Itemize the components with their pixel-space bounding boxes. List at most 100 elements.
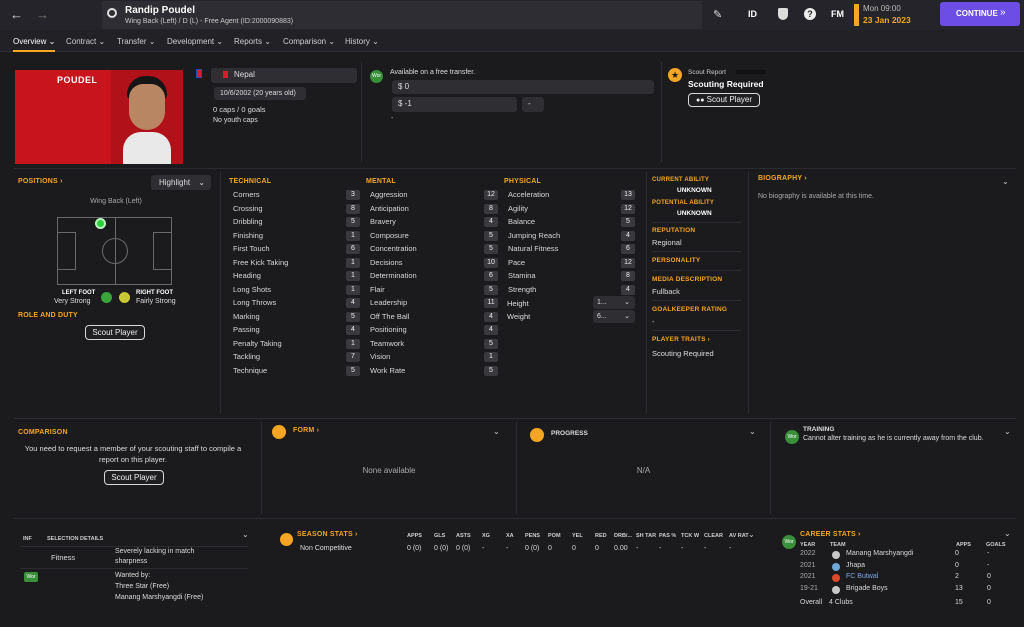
attribute-row-heading[interactable]: Heading 1 <box>233 270 362 283</box>
attribute-row-composure[interactable]: Composure 5 <box>370 230 500 243</box>
form-title[interactable]: FORM › <box>293 427 319 434</box>
attribute-row-first-touch[interactable]: First Touch 6 <box>233 243 362 256</box>
attribute-row-technique[interactable]: Technique 5 <box>233 365 362 378</box>
attribute-row-marking[interactable]: Marking 5 <box>233 311 362 324</box>
tab-history[interactable]: History ⌄ <box>345 37 379 46</box>
caps-text: 0 caps / 0 goals <box>213 105 266 114</box>
tab-reports[interactable]: Reports ⌄ <box>234 37 271 46</box>
comparison-title: COMPARISON <box>18 429 68 436</box>
form-chevron-icon[interactable]: ⌄ <box>493 427 500 436</box>
tab-transfer[interactable]: Transfer ⌄ <box>117 37 155 46</box>
progress-chevron-icon[interactable]: ⌄ <box>749 427 756 436</box>
attribute-row-strength[interactable]: Strength 4 <box>508 284 637 297</box>
season-stats-chevron-icon[interactable]: ⌄ <box>748 530 755 539</box>
career-stats-title[interactable]: CAREER STATS › <box>800 531 861 538</box>
attribute-value: 6 <box>484 271 498 281</box>
attribute-row-bravery[interactable]: Bravery 4 <box>370 216 500 229</box>
scout-player-button-comparison[interactable]: Scout Player <box>104 470 164 485</box>
attribute-name: Jumping Reach <box>508 230 561 240</box>
attribute-row-balance[interactable]: Balance 5 <box>508 216 637 229</box>
help-icon[interactable]: ? <box>804 8 816 20</box>
attribute-name: Vision <box>370 352 391 361</box>
divider <box>652 270 741 271</box>
training-chevron-icon[interactable]: ⌄ <box>1004 427 1011 436</box>
attribute-row-decisions[interactable]: Decisions 10 <box>370 257 500 270</box>
attribute-row-flair[interactable]: Flair 5 <box>370 284 500 297</box>
season-stat-header: AV RAT <box>729 533 749 539</box>
attribute-row-natural-fitness[interactable]: Natural Fitness 6 <box>508 243 637 256</box>
shield-icon[interactable] <box>778 8 788 20</box>
attribute-row-acceleration[interactable]: Acceleration 13 <box>508 189 637 202</box>
asking-price-field[interactable]: $ 0 <box>392 80 654 94</box>
divider <box>652 222 741 223</box>
back-arrow-icon[interactable]: ← <box>10 7 23 22</box>
attribute-row-free-kick-taking[interactable]: Free Kick Taking 1 <box>233 257 362 270</box>
biography-title[interactable]: BIOGRAPHY › <box>758 175 807 182</box>
attribute-row-positioning[interactable]: Positioning 4 <box>370 324 500 337</box>
positions-title[interactable]: POSITIONS › <box>18 178 63 185</box>
attribute-row-jumping-reach[interactable]: Jumping Reach 4 <box>508 230 637 243</box>
selection-chevron-icon[interactable]: ⌄ <box>242 530 249 539</box>
forward-arrow-icon[interactable]: → <box>36 7 49 22</box>
highlight-dropdown[interactable]: Highlight ⌄ <box>151 175 211 190</box>
biography-text: No biography is available at this time. <box>758 193 874 200</box>
attribute-row-long-throws[interactable]: Long Throws 4 <box>233 297 362 310</box>
attribute-row-off-the-ball[interactable]: Off The Ball 4 <box>370 311 500 324</box>
attribute-row-dribbling[interactable]: Dribbling 5 <box>233 216 362 229</box>
attribute-row-finishing[interactable]: Finishing 1 <box>233 230 362 243</box>
continue-button[interactable]: CONTINUE » <box>940 2 1020 26</box>
attribute-row-determination[interactable]: Determination 6 <box>370 270 500 283</box>
season-stat-header: XA <box>506 533 514 539</box>
height-dropdown[interactable]: 1... ⌄ <box>593 296 635 309</box>
edit-icon[interactable]: ✎ <box>713 8 722 21</box>
attribute-value: 5 <box>346 311 360 322</box>
attribute-row-aggression[interactable]: Aggression 12 <box>370 189 500 202</box>
tab-development[interactable]: Development ⌄ <box>167 37 223 46</box>
attribute-row-crossing[interactable]: Crossing 8 <box>233 203 362 216</box>
player-traits-label[interactable]: PLAYER TRAITS › <box>652 336 710 343</box>
attribute-row-penalty-taking[interactable]: Penalty Taking 1 <box>233 338 362 351</box>
potential-ability-value: UNKNOWN <box>677 210 712 217</box>
career-stats-chevron-icon[interactable]: ⌄ <box>1004 529 1011 538</box>
season-stat-value: - <box>636 545 639 552</box>
attribute-row-corners[interactable]: Corners 3 <box>233 189 362 202</box>
tab-contract[interactable]: Contract ⌄ <box>66 37 105 46</box>
attribute-row-pace[interactable]: Pace 12 <box>508 257 637 270</box>
player-shirt-image: POUDEL <box>15 70 183 164</box>
training-icon: Wor <box>785 430 799 444</box>
career-team-name[interactable]: Jhapa <box>846 562 865 569</box>
id-button[interactable]: ID <box>748 9 757 19</box>
pitch-diagram[interactable] <box>57 217 172 285</box>
attribute-row-work-rate[interactable]: Work Rate 5 <box>370 365 500 378</box>
attribute-row-tackling[interactable]: Tackling 7 <box>233 351 362 364</box>
biography-chevron-icon[interactable]: ⌄ <box>1002 177 1009 186</box>
attribute-row-long-shots[interactable]: Long Shots 1 <box>233 284 362 297</box>
scout-player-button-top[interactable]: ●● Scout Player <box>688 93 760 107</box>
scout-player-button-role[interactable]: Scout Player <box>85 325 145 340</box>
career-team-name[interactable]: Brigade Boys <box>846 585 888 592</box>
season-stats-title[interactable]: SEASON STATS › <box>297 531 358 538</box>
fm-menu-button[interactable]: FM <box>831 9 844 19</box>
attribute-row-anticipation[interactable]: Anticipation 8 <box>370 203 500 216</box>
weight-dropdown[interactable]: 6... ⌄ <box>593 310 635 323</box>
tab-overview[interactable]: Overview ⌄ <box>13 37 56 52</box>
career-team-name[interactable]: Manang Marshyangdi <box>846 550 913 557</box>
career-team-name[interactable]: FC Butwal <box>846 573 878 580</box>
career-year: 2021 <box>800 561 816 569</box>
nation-field[interactable]: Nepal <box>211 68 357 83</box>
attribute-row-vision[interactable]: Vision 1 <box>370 351 500 364</box>
attribute-row-agility[interactable]: Agility 12 <box>508 203 637 216</box>
chevron-down-icon: ⌄ <box>146 37 156 46</box>
wage-extra-field[interactable]: - <box>522 97 544 112</box>
progress-title: PROGRESS <box>551 430 588 437</box>
tab-comparison[interactable]: Comparison ⌄ <box>283 37 335 46</box>
attribute-row-concentration[interactable]: Concentration 5 <box>370 243 500 256</box>
attribute-value: 4 <box>621 230 635 241</box>
attribute-row-stamina[interactable]: Stamina 8 <box>508 270 637 283</box>
attribute-row-teamwork[interactable]: Teamwork 5 <box>370 338 500 351</box>
attribute-row-passing[interactable]: Passing 4 <box>233 324 362 337</box>
attribute-row-leadership[interactable]: Leadership 11 <box>370 297 500 310</box>
wage-field[interactable]: $ -1 <box>392 97 517 112</box>
player-search-bar[interactable]: Randip Poudel Wing Back (Left) / D (L) -… <box>102 1 702 29</box>
role-duty-title: ROLE AND DUTY <box>18 312 78 319</box>
